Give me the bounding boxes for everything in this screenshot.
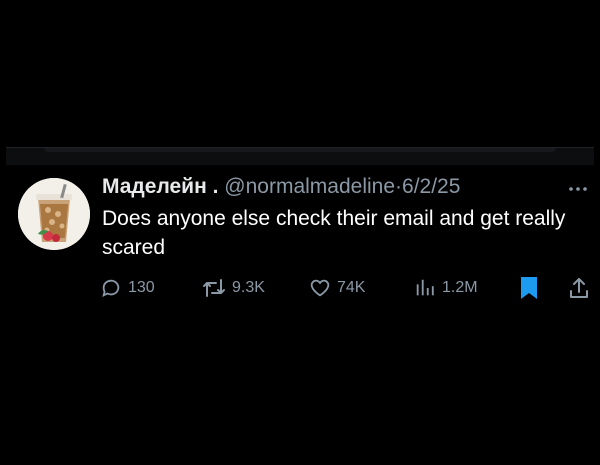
avatar-image (18, 178, 90, 250)
reply-count: 130 (128, 279, 155, 296)
views-button[interactable]: 1.2M (414, 274, 478, 302)
share-button[interactable] (568, 274, 590, 302)
repost-count: 9.3K (232, 279, 265, 296)
tweet[interactable]: Маделейн . @normalmadeline·6/2/25 Does a… (0, 170, 600, 320)
tweet-date[interactable]: 6/2/25 (402, 175, 460, 198)
repost-button[interactable]: 9.3K (202, 274, 265, 302)
separator: · (395, 175, 403, 198)
reply-icon (100, 277, 122, 299)
reply-button[interactable]: 130 (100, 274, 155, 302)
divider-edge (44, 148, 556, 152)
display-name[interactable]: Маделейн . (102, 175, 218, 198)
share-icon (568, 276, 590, 300)
more-icon[interactable] (568, 180, 588, 191)
tweet-text: Does anyone else check their email and g… (102, 207, 566, 259)
bookmark-button[interactable] (518, 274, 540, 302)
heart-icon (309, 277, 331, 299)
timeline-divider (6, 147, 594, 165)
like-count: 74K (337, 279, 366, 296)
repost-icon (202, 277, 226, 299)
handle[interactable]: @normalmadeline (224, 175, 395, 198)
bookmark-icon (518, 276, 540, 300)
views-count: 1.2M (442, 279, 478, 296)
views-icon (414, 277, 436, 299)
tweet-header: Маделейн . @normalmadeline·6/2/25 (102, 174, 540, 200)
like-button[interactable]: 74K (309, 274, 365, 302)
avatar[interactable] (18, 178, 90, 250)
tweet-actions: 130 9.3K 74K 1.2M (100, 274, 600, 304)
